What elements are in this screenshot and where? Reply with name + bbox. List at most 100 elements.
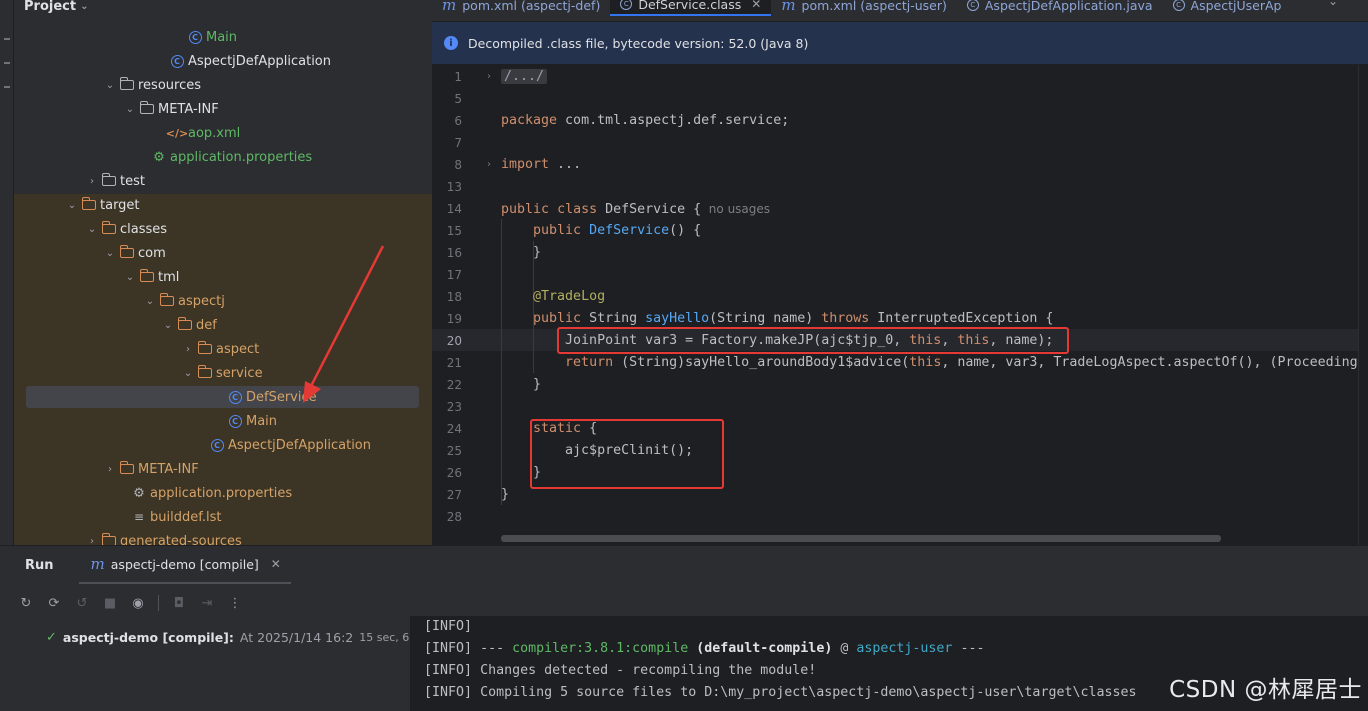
file-icon [138, 269, 156, 285]
chevron-right-icon[interactable]: › [487, 66, 491, 88]
check-icon: ✓ [46, 630, 57, 645]
more-options-icon[interactable]: ⋮ [227, 595, 243, 611]
chevron-down-icon[interactable]: ⌄ [80, 1, 88, 12]
decompiled-banner: i Decompiled .class file, bytecode versi… [432, 22, 1368, 65]
eye-icon[interactable]: ◉ [130, 595, 146, 611]
inlay-hint-usages: no usages [701, 202, 771, 216]
file-icon [118, 461, 136, 477]
run-tree: ✓ aspectj-demo [compile]: At 2025/1/14 1… [0, 622, 443, 711]
horizontal-scrollbar[interactable] [501, 535, 1221, 542]
file-icon [100, 173, 118, 189]
chevron-down-icon[interactable]: ⌄ [160, 320, 176, 331]
tab-aspectjuserap[interactable]: C AspectjUserAp [1163, 0, 1292, 16]
run-toolbar: ↻ ⟳ ↺ ■ ◉ ◘ ⇥ ⋮ [18, 592, 243, 614]
tree-node[interactable]: C AspectjDefApplication [14, 434, 432, 456]
tab-pom-xml-aspectj-def[interactable]: m pom.xml (aspectj-def) [432, 0, 610, 16]
chevron-down-icon[interactable]: ⌄ [180, 368, 196, 379]
code-line: package com.tml.aspectj.def.service; [501, 113, 790, 128]
chevron-down-icon[interactable]: ⌄ [122, 104, 138, 115]
tree-node-label: target [100, 197, 140, 213]
restart-icon[interactable]: ↺ [74, 595, 90, 611]
line-number: 5 [454, 92, 462, 106]
file-icon [196, 365, 214, 381]
tree-node-label: service [216, 365, 263, 381]
code-line: public DefService() { [533, 223, 702, 238]
chevron-down-icon[interactable]: ⌄ [102, 80, 118, 91]
class-icon: C [188, 30, 202, 44]
class-icon: C [1172, 0, 1185, 11]
export-icon[interactable]: ⇥ [199, 595, 215, 611]
tab-pom-xml-aspectj-user[interactable]: m pom.xml (aspectj-user) [771, 0, 957, 16]
console-part: --- [480, 641, 513, 656]
chevron-down-icon[interactable]: ⌄ [102, 248, 118, 259]
line-number: 18 [446, 290, 462, 304]
tree-node[interactable]: C AspectjDefApplication [14, 50, 432, 72]
tab-label: AspectjUserAp [1190, 0, 1282, 13]
tree-node-label: aspect [216, 341, 260, 357]
watermark: CSDN @林犀居士 [1169, 677, 1362, 703]
tree-node[interactable]: ⚙ application.properties [14, 146, 432, 168]
chevron-down-icon[interactable]: ⌄ [122, 272, 138, 283]
console-part: @ [832, 641, 857, 656]
line-number: 13 [446, 180, 462, 194]
close-icon[interactable]: ✕ [751, 0, 761, 11]
file-icon: </> [165, 125, 189, 141]
chevron-right-icon[interactable]: › [180, 344, 196, 355]
code-line: } [501, 377, 542, 392]
run-config-tab[interactable]: m aspectj-demo [compile] ✕ [78, 546, 291, 584]
maven-icon: m [90, 555, 105, 573]
gear-icon: ⚙ [133, 485, 145, 501]
stop-icon[interactable]: ■ [102, 595, 118, 611]
folder-icon [81, 197, 96, 210]
tree-node-label: com [138, 245, 166, 261]
tree-node[interactable]: C Main [14, 410, 432, 432]
project-header[interactable]: Project ⌄ [24, 0, 88, 16]
tree-node[interactable]: ≡ builddef.lst [14, 506, 432, 528]
tree-node-label: application.properties [150, 485, 293, 501]
class-icon: C [620, 0, 633, 10]
strip-icon[interactable] [4, 62, 10, 64]
code-line: return (String)sayHello_aroundBody1$advi… [565, 355, 1368, 370]
tree-node[interactable]: ⌄ resources [14, 74, 432, 96]
strip-icon[interactable] [4, 86, 10, 88]
tree-node-label: builddef.lst [150, 509, 222, 525]
folder-icon [101, 173, 116, 186]
close-icon[interactable]: ✕ [271, 557, 281, 571]
tree-node[interactable]: ⌄ META-INF [14, 98, 432, 120]
chevron-down-icon[interactable]: ⌄ [1328, 0, 1338, 8]
tree-node[interactable]: ⚙ application.properties [14, 482, 432, 504]
rerun-icon[interactable]: ↻ [18, 595, 34, 611]
folder-icon [119, 77, 134, 90]
chevron-right-icon[interactable]: › [487, 154, 491, 176]
chevron-down-icon[interactable]: ⌄ [84, 224, 100, 235]
chevron-right-icon[interactable]: › [84, 176, 100, 187]
tree-node[interactable]: </> aop.xml [14, 122, 432, 144]
tree-node-label: test [120, 173, 145, 189]
chevron-right-icon[interactable]: › [102, 464, 118, 475]
chevron-right-icon[interactable]: › [84, 536, 100, 546]
tree-node[interactable]: C Main [14, 26, 432, 48]
vertical-scrollbar[interactable] [1358, 65, 1368, 545]
tree-node[interactable]: › META-INF [14, 458, 432, 480]
run-tree-item[interactable]: ✓ aspectj-demo [compile]: At 2025/1/14 1… [46, 630, 443, 645]
file-icon: C [226, 413, 244, 429]
maven-icon: m [781, 0, 796, 14]
chevron-down-icon[interactable]: ⌄ [64, 200, 80, 211]
strip-icon[interactable] [4, 38, 10, 40]
line-number: 17 [446, 268, 462, 282]
console-prefix: [INFO] [424, 685, 473, 700]
rerun-failed-icon[interactable]: ⟳ [46, 595, 62, 611]
chevron-down-icon[interactable]: ⌄ [142, 296, 158, 307]
xml-icon: </> [165, 126, 189, 140]
tree-node[interactable]: › test [14, 170, 432, 192]
camera-icon[interactable]: ◘ [171, 595, 187, 611]
tree-node[interactable]: › generated-sources [14, 530, 432, 545]
file-icon: C [226, 389, 244, 405]
tab-defservice-class[interactable]: C DefService.class ✕ [610, 0, 772, 16]
tree-node[interactable]: ⌄ target [14, 194, 432, 216]
line-number: 27 [446, 488, 462, 502]
tree-node-label: classes [120, 221, 168, 237]
tree-node[interactable]: ⌄ classes [14, 218, 432, 240]
toolbar-divider [158, 595, 159, 611]
tab-aspectjdefapplication-java[interactable]: C AspectjDefApplication.java [957, 0, 1163, 16]
